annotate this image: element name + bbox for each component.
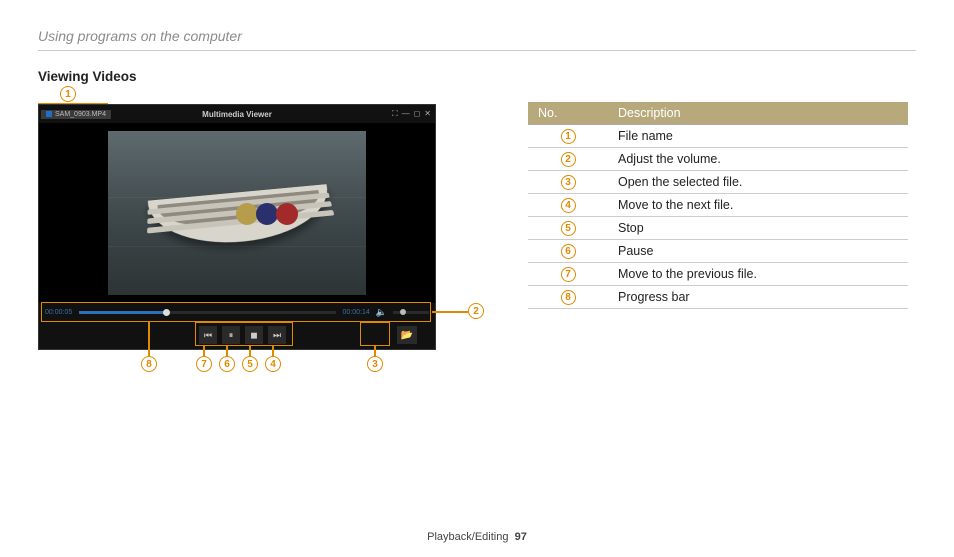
callout-6: 6 bbox=[219, 356, 235, 372]
maximize-icon[interactable]: ◻ bbox=[414, 109, 421, 119]
time-total: 00:00:14 bbox=[342, 309, 370, 316]
prev-button[interactable]: ⏮ bbox=[199, 326, 217, 344]
transport-row: ⏮ ⏸ ◼ ⏭ 📂 bbox=[39, 321, 435, 349]
legend-num: 8 bbox=[561, 290, 576, 305]
stop-button[interactable]: ◼ bbox=[245, 326, 263, 344]
footer-section: Playback/Editing bbox=[427, 531, 508, 543]
legend-row: 5 Stop bbox=[528, 217, 908, 240]
legend-num: 2 bbox=[561, 152, 576, 167]
legend-desc: Stop bbox=[608, 217, 908, 240]
legend-desc: File name bbox=[608, 125, 908, 148]
video-frame bbox=[108, 131, 366, 295]
callout-2: 2 bbox=[468, 303, 484, 319]
app-icon bbox=[46, 111, 52, 117]
divider bbox=[38, 50, 916, 51]
legend-header-no: No. bbox=[528, 102, 608, 125]
file-name-tab[interactable]: SAM_0903.MP4 bbox=[41, 110, 111, 119]
callout-line-2 bbox=[432, 311, 468, 313]
callout-1: 1 bbox=[60, 86, 76, 102]
progress-row: 00:00:05 00:00:14 🔈 bbox=[39, 303, 435, 321]
legend-num: 4 bbox=[561, 198, 576, 213]
progress-bar[interactable] bbox=[79, 311, 336, 314]
ball-blue bbox=[256, 203, 278, 225]
chapter-title: Using programs on the computer bbox=[38, 28, 916, 44]
section-title: Viewing Videos bbox=[38, 69, 916, 84]
legend-desc: Pause bbox=[608, 240, 908, 263]
ball-yellow bbox=[236, 203, 258, 225]
fullscreen-icon[interactable]: ⛶ bbox=[392, 109, 398, 119]
legend-num: 5 bbox=[561, 221, 576, 236]
video-player-window: SAM_0903.MP4 Multimedia Viewer ⛶ — ◻ ✕ bbox=[38, 104, 436, 350]
legend-num: 3 bbox=[561, 175, 576, 190]
legend-desc: Progress bar bbox=[608, 286, 908, 309]
annotated-screenshot: 1 SAM_0903.MP4 Multimedia Viewer ⛶ — ◻ ✕ bbox=[38, 90, 438, 378]
legend-desc: Open the selected file. bbox=[608, 171, 908, 194]
time-elapsed: 00:00:05 bbox=[45, 309, 73, 316]
callout-8: 8 bbox=[141, 356, 157, 372]
legend-row: 2 Adjust the volume. bbox=[528, 148, 908, 171]
callout-7: 7 bbox=[196, 356, 212, 372]
legend-row: 8 Progress bar bbox=[528, 286, 908, 309]
legend-desc: Adjust the volume. bbox=[608, 148, 908, 171]
legend-num: 6 bbox=[561, 244, 576, 259]
volume-icon[interactable]: 🔈 bbox=[376, 307, 387, 318]
legend-num: 1 bbox=[561, 129, 576, 144]
legend-row: 6 Pause bbox=[528, 240, 908, 263]
manual-page: Using programs on the computer Viewing V… bbox=[0, 0, 954, 557]
minimize-icon[interactable]: — bbox=[402, 109, 410, 119]
volume-slider[interactable] bbox=[393, 311, 429, 314]
file-name-text: SAM_0903.MP4 bbox=[55, 111, 106, 118]
pause-button[interactable]: ⏸ bbox=[222, 326, 240, 344]
legend: No. Description 1 File name 2 Adjust the v… bbox=[528, 102, 908, 309]
callout-4: 4 bbox=[265, 356, 281, 372]
callout-5: 5 bbox=[242, 356, 258, 372]
legend-header-desc: Description bbox=[608, 102, 908, 125]
video-frame-area bbox=[39, 123, 435, 303]
legend-row: 7 Move to the previous file. bbox=[528, 263, 908, 286]
page-number: 97 bbox=[515, 531, 527, 543]
window-titlebar: SAM_0903.MP4 Multimedia Viewer ⛶ — ◻ ✕ bbox=[39, 105, 435, 123]
callout-3: 3 bbox=[367, 356, 383, 372]
page-footer: Playback/Editing 97 bbox=[0, 531, 954, 543]
legend-row: 4 Move to the next file. bbox=[528, 194, 908, 217]
close-icon[interactable]: ✕ bbox=[424, 109, 431, 119]
open-file-button[interactable]: 📂 bbox=[397, 326, 417, 344]
legend-row: 1 File name bbox=[528, 125, 908, 148]
legend-row: 3 Open the selected file. bbox=[528, 171, 908, 194]
legend-table: No. Description 1 File name 2 Adjust the v… bbox=[528, 102, 908, 309]
ball-red bbox=[276, 203, 298, 225]
transport-button-group: ⏮ ⏸ ◼ ⏭ bbox=[199, 326, 286, 344]
next-button[interactable]: ⏭ bbox=[268, 326, 286, 344]
legend-desc: Move to the next file. bbox=[608, 194, 908, 217]
legend-num: 7 bbox=[561, 267, 576, 282]
legend-desc: Move to the previous file. bbox=[608, 263, 908, 286]
